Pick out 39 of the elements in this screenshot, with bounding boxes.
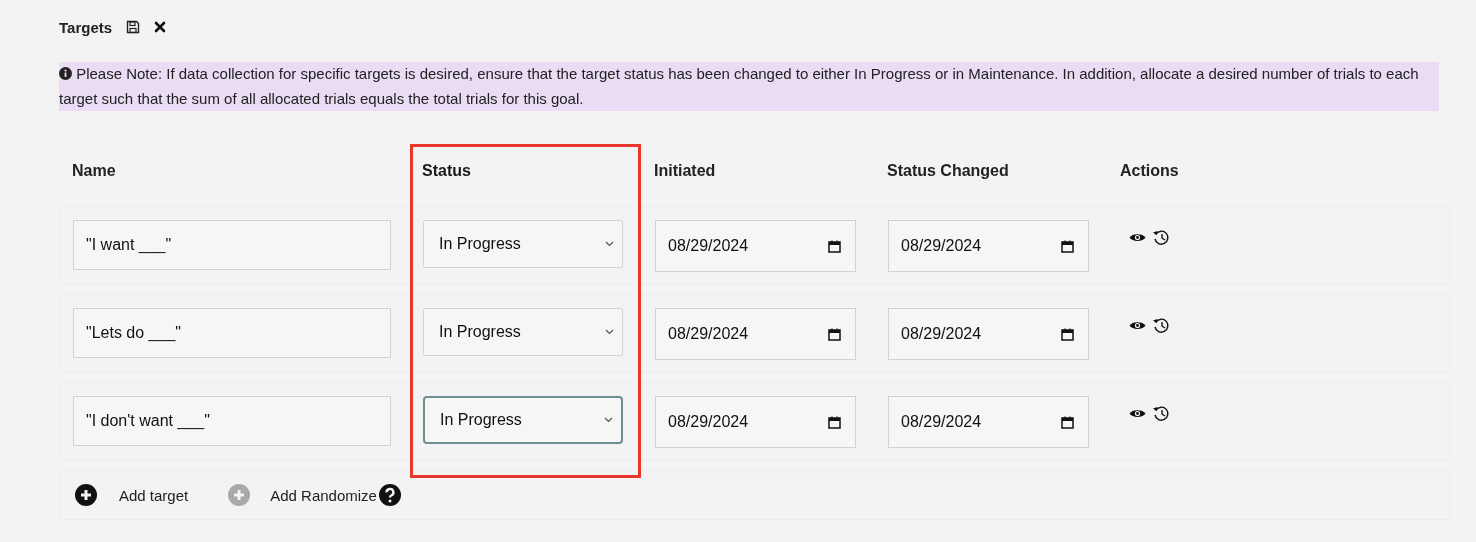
column-header: Initiated bbox=[654, 162, 717, 180]
column-header: Actions bbox=[1120, 162, 1180, 180]
save-icon[interactable] bbox=[126, 20, 141, 34]
column-header: Status bbox=[422, 162, 472, 180]
date-field[interactable]: 08/29/2024 bbox=[888, 308, 1089, 360]
caret-icon bbox=[605, 329, 614, 335]
caret-icon bbox=[605, 241, 614, 247]
info-icon bbox=[59, 67, 72, 80]
history-icon[interactable] bbox=[1152, 317, 1170, 334]
date-field[interactable]: 08/29/2024 bbox=[888, 220, 1089, 272]
text-field[interactable]: "I want ___" bbox=[73, 220, 391, 270]
history-icon[interactable] bbox=[1152, 229, 1170, 246]
caret-icon bbox=[604, 417, 613, 423]
text-field[interactable]: "Lets do ___" bbox=[73, 308, 391, 358]
column-header: Name bbox=[72, 162, 117, 180]
eye-icon[interactable] bbox=[1129, 408, 1146, 419]
calendar-icon[interactable] bbox=[828, 239, 841, 253]
status-select[interactable]: In Progress bbox=[423, 220, 623, 268]
date-field[interactable]: 08/29/2024 bbox=[655, 396, 856, 448]
add-link[interactable]: Add target bbox=[119, 486, 189, 504]
column-header: Status Changed bbox=[887, 162, 1010, 180]
eye-icon[interactable] bbox=[1129, 320, 1146, 331]
status-select[interactable]: In Progress bbox=[423, 396, 623, 444]
note-text: Please Note: If data collection for specific targets is desired, ensure that the target status has been changed to either In Progress or in Maintenance. In addition, allocate a desired number of trials to each target such that the sum of all allocated trials equals the total trials for this goal. bbox=[59, 62, 1439, 111]
eye-icon[interactable] bbox=[1129, 232, 1146, 243]
add-icon[interactable] bbox=[75, 484, 97, 506]
date-field[interactable]: 08/29/2024 bbox=[655, 220, 856, 272]
date-field[interactable]: 08/29/2024 bbox=[655, 308, 856, 360]
status-select[interactable]: In Progress bbox=[423, 308, 623, 356]
calendar-icon[interactable] bbox=[1061, 327, 1074, 341]
calendar-icon[interactable] bbox=[1061, 415, 1074, 429]
calendar-icon[interactable] bbox=[828, 415, 841, 429]
text-field[interactable]: "I don't want ___" bbox=[73, 396, 391, 446]
section-title: Targets bbox=[59, 18, 113, 36]
close-icon[interactable] bbox=[154, 21, 167, 33]
history-icon[interactable] bbox=[1152, 405, 1170, 422]
calendar-icon[interactable] bbox=[828, 327, 841, 341]
date-field[interactable]: 08/29/2024 bbox=[888, 396, 1089, 448]
calendar-icon[interactable] bbox=[1061, 239, 1074, 253]
